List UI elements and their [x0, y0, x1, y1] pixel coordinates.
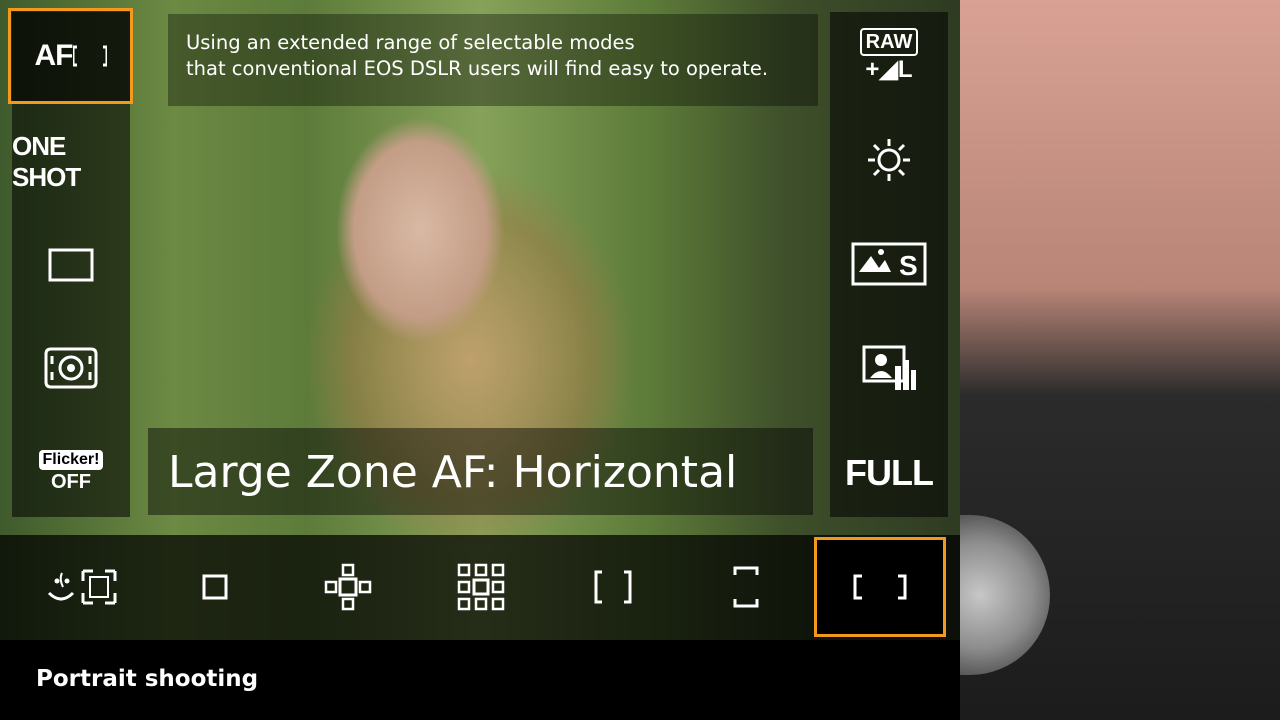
af-method-label: AF [34, 39, 74, 72]
large-zone-vertical-icon [733, 566, 759, 608]
flicker-value: OFF [51, 471, 91, 493]
metering-mode-button[interactable] [12, 342, 130, 394]
spot-af-icon [202, 574, 228, 600]
fullframe-button[interactable]: FULL [830, 448, 948, 498]
af-area-mode-title: Large Zone AF: Horizontal [168, 447, 738, 498]
size-label: +◢L [865, 56, 913, 83]
af-operation-button[interactable]: ONE SHOT [12, 131, 130, 192]
flicker-label: Flicker! [38, 450, 104, 470]
picture-style-button[interactable]: S [830, 238, 948, 290]
full-label: FULL [845, 452, 934, 493]
flicker-button[interactable]: Flicker! OFF [12, 446, 130, 498]
metering-icon [44, 347, 98, 389]
af-frame-icon [72, 45, 107, 67]
picture-style-icon: S [851, 242, 927, 286]
af-spot-option[interactable] [162, 555, 268, 619]
image-quality-button[interactable]: RAW +◢L [830, 26, 948, 86]
expand-around-icon [457, 563, 505, 611]
drive-mode-button[interactable] [12, 240, 130, 290]
caption-text: Portrait shooting [36, 666, 259, 692]
raw-label: RAW [859, 28, 919, 56]
af-large-zone-horizontal-option[interactable] [814, 537, 946, 637]
portrait-scene-icon [862, 345, 916, 390]
af-method-button[interactable]: AF [8, 8, 133, 104]
white-balance-button[interactable] [830, 135, 948, 185]
svg-text:S: S [899, 250, 918, 281]
expand-cross-icon [324, 563, 372, 611]
flexible-zone-icon [594, 570, 632, 604]
scene-mode-button[interactable] [830, 340, 948, 396]
af-large-zone-vertical-option[interactable] [693, 555, 799, 619]
af-expand-around-option[interactable] [428, 555, 534, 619]
large-zone-horizontal-icon [853, 574, 907, 600]
sun-icon [868, 139, 910, 181]
description-text: Using an extended range of selectable mo… [186, 31, 769, 80]
af-operation-label: ONE SHOT [12, 131, 81, 192]
single-shot-icon [48, 248, 94, 282]
af-flexible-zone-option[interactable] [560, 555, 666, 619]
af-expand-cross-option[interactable] [295, 555, 401, 619]
face-tracking-icon [47, 569, 117, 605]
af-face-tracking-option[interactable] [30, 555, 136, 619]
